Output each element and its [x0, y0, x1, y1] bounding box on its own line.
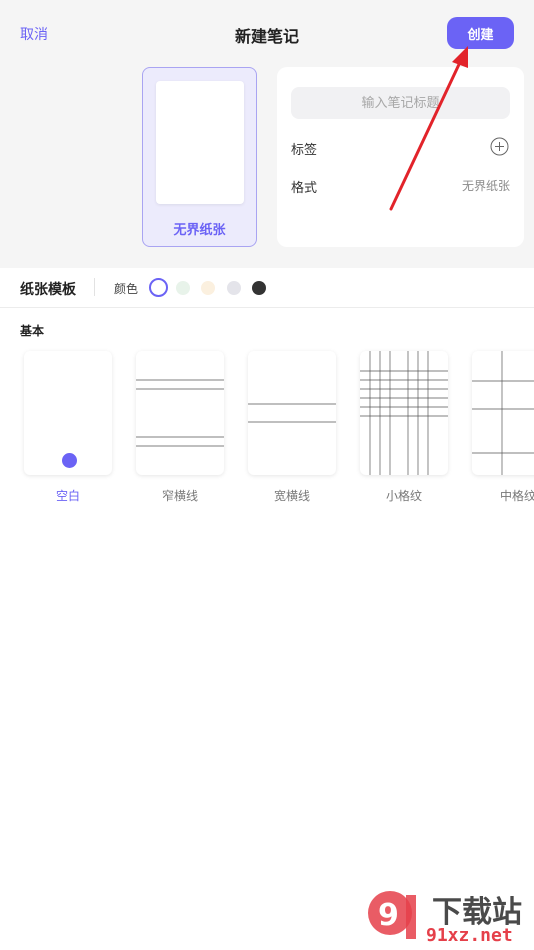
- template-label-wide-lines: 宽横线: [273, 489, 310, 503]
- color-swatch-gray[interactable]: [227, 281, 241, 295]
- wide-lines-pattern: [248, 403, 336, 423]
- color-swatch-cream[interactable]: [201, 281, 215, 295]
- watermark-logo-icon: 9: [368, 891, 416, 939]
- color-swatch-black[interactable]: [252, 281, 266, 295]
- narrow-lines-pattern: [136, 379, 224, 447]
- template-label-medium-grid: 中格纹: [500, 489, 534, 503]
- template-card-medium-grid[interactable]: [472, 351, 534, 475]
- template-card-narrow-lines[interactable]: [136, 351, 224, 475]
- section-title-basic: 基本: [20, 324, 45, 338]
- watermark-url: 91xz.net: [426, 925, 513, 946]
- annotation-arrow: [389, 46, 468, 211]
- template-label-small-grid: 小格纹: [385, 489, 422, 503]
- color-label: 颜色: [114, 282, 139, 296]
- paper-template-title: 纸张模板: [20, 282, 76, 298]
- toolbar-divider: [94, 278, 95, 296]
- svg-text:9: 9: [378, 898, 399, 933]
- medium-grid-pattern: [472, 351, 534, 475]
- color-swatch-green[interactable]: [176, 281, 190, 295]
- template-toolbar: 纸张模板 颜色: [0, 268, 534, 308]
- template-card-blank[interactable]: [24, 351, 112, 475]
- template-label-blank: 空白: [55, 489, 80, 503]
- color-swatch-white[interactable]: [149, 278, 168, 297]
- template-card-small-grid[interactable]: [360, 351, 448, 475]
- template-card-wide-lines[interactable]: [248, 351, 336, 475]
- watermark: 9 下载站 91xz.net: [362, 885, 534, 950]
- selected-indicator: [62, 453, 77, 468]
- small-grid-pattern: [360, 351, 448, 475]
- template-label-narrow-lines: 窄横线: [161, 489, 198, 503]
